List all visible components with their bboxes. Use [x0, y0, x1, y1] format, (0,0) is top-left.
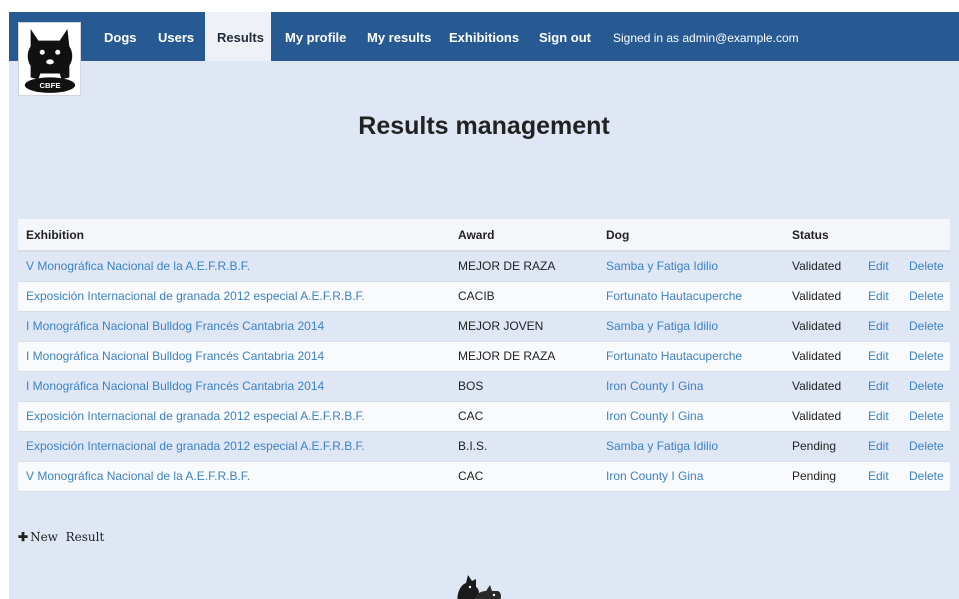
dog-link[interactable]: Samba y Fatiga Idilio [606, 259, 718, 273]
exhibition-link[interactable]: I Monográfica Nacional Bulldog Francés C… [26, 379, 324, 393]
status-cell: Validated [784, 281, 860, 312]
results-table: Exhibition Award Dog Status V Monográfic… [18, 219, 950, 492]
header-delete [901, 219, 950, 252]
exhibition-link[interactable]: I Monográfica Nacional Bulldog Francés C… [26, 349, 324, 363]
new-result-link[interactable]: ✚ New Result [18, 530, 104, 544]
status-cell: Validated [784, 401, 860, 432]
dog-link[interactable]: Iron County I Gina [606, 409, 703, 423]
edit-link[interactable]: Edit [868, 439, 889, 453]
header-exhibition: Exhibition [18, 219, 450, 252]
award-cell: CACIB [450, 281, 598, 312]
header-award: Award [450, 219, 598, 252]
dog-link[interactable]: Samba y Fatiga Idilio [606, 439, 718, 453]
new-label: New [30, 530, 58, 544]
table-row: I Monográfica Nacional Bulldog Francés C… [18, 341, 950, 372]
nav-my-profile[interactable]: My profile [285, 12, 346, 61]
delete-link[interactable]: Delete [909, 409, 944, 423]
nav-exhibitions[interactable]: Exhibitions [449, 12, 519, 61]
award-cell: CAC [450, 401, 598, 432]
edit-link[interactable]: Edit [868, 319, 889, 333]
new-suffix: Result [65, 530, 105, 544]
delete-link[interactable]: Delete [909, 469, 944, 483]
award-cell: MEJOR JOVEN [450, 311, 598, 342]
exhibition-link[interactable]: Exposición Internacional de granada 2012… [26, 289, 365, 303]
dog-link[interactable]: Fortunato Hautacuperche [606, 349, 742, 363]
delete-link[interactable]: Delete [909, 379, 944, 393]
table-row: I Monográfica Nacional Bulldog Francés C… [18, 311, 950, 342]
exhibition-link[interactable]: V Monográfica Nacional de la A.E.F.R.B.F… [26, 259, 250, 273]
bulldog-logo-icon: CBFE [24, 28, 76, 93]
nav-dogs[interactable]: Dogs [104, 12, 137, 61]
edit-link[interactable]: Edit [868, 259, 889, 273]
header-dog: Dog [598, 219, 784, 252]
award-cell: MEJOR DE RAZA [450, 251, 598, 282]
nav-results[interactable]: Results [205, 12, 271, 61]
edit-link[interactable]: Edit [868, 409, 889, 423]
status-cell: Pending [784, 461, 860, 492]
exhibition-link[interactable]: Exposición Internacional de granada 2012… [26, 409, 365, 423]
exhibition-link[interactable]: I Monográfica Nacional Bulldog Francés C… [26, 319, 324, 333]
award-cell: CAC [450, 461, 598, 492]
signed-in-text: Signed in as admin@example.com [613, 31, 799, 45]
edit-link[interactable]: Edit [868, 469, 889, 483]
dog-link[interactable]: Iron County I Gina [606, 379, 703, 393]
footer-dogs-icon [457, 575, 501, 599]
plus-icon: ✚ [18, 530, 29, 544]
status-cell: Pending [784, 431, 860, 462]
delete-link[interactable]: Delete [909, 349, 944, 363]
exhibition-link[interactable]: V Monográfica Nacional de la A.E.F.R.B.F… [26, 469, 250, 483]
edit-link[interactable]: Edit [868, 289, 889, 303]
status-cell: Validated [784, 251, 860, 282]
award-cell: B.I.S. [450, 431, 598, 462]
club-logo[interactable]: CBFE [18, 22, 81, 96]
dog-link[interactable]: Iron County I Gina [606, 469, 703, 483]
status-cell: Validated [784, 341, 860, 372]
status-cell: Validated [784, 311, 860, 342]
svg-text:CBFE: CBFE [39, 81, 60, 90]
navbar: Dogs Users Results My profile My results… [9, 12, 959, 61]
table-header-row: Exhibition Award Dog Status [18, 219, 950, 252]
delete-link[interactable]: Delete [909, 319, 944, 333]
award-cell: BOS [450, 371, 598, 402]
delete-link[interactable]: Delete [909, 259, 944, 273]
page: Dogs Users Results My profile My results… [9, 12, 959, 599]
delete-link[interactable]: Delete [909, 439, 944, 453]
edit-link[interactable]: Edit [868, 379, 889, 393]
page-title: Results management [358, 112, 610, 140]
table-row: V Monográfica Nacional de la A.E.F.R.B.F… [18, 251, 950, 282]
table-row: Exposición Internacional de granada 2012… [18, 431, 950, 462]
table-row: Exposición Internacional de granada 2012… [18, 281, 950, 312]
nav-sign-out[interactable]: Sign out [539, 12, 591, 61]
exhibition-link[interactable]: Exposición Internacional de granada 2012… [26, 439, 365, 453]
delete-link[interactable]: Delete [909, 289, 944, 303]
status-cell: Validated [784, 371, 860, 402]
dog-link[interactable]: Fortunato Hautacuperche [606, 289, 742, 303]
dog-link[interactable]: Samba y Fatiga Idilio [606, 319, 718, 333]
award-cell: MEJOR DE RAZA [450, 341, 598, 372]
header-edit [860, 219, 901, 252]
edit-link[interactable]: Edit [868, 349, 889, 363]
table-row: I Monográfica Nacional Bulldog Francés C… [18, 371, 950, 402]
table-row: V Monográfica Nacional de la A.E.F.R.B.F… [18, 461, 950, 492]
nav-users[interactable]: Users [158, 12, 194, 61]
table-row: Exposición Internacional de granada 2012… [18, 401, 950, 432]
header-status: Status [784, 219, 860, 252]
nav-my-results[interactable]: My results [367, 12, 431, 61]
